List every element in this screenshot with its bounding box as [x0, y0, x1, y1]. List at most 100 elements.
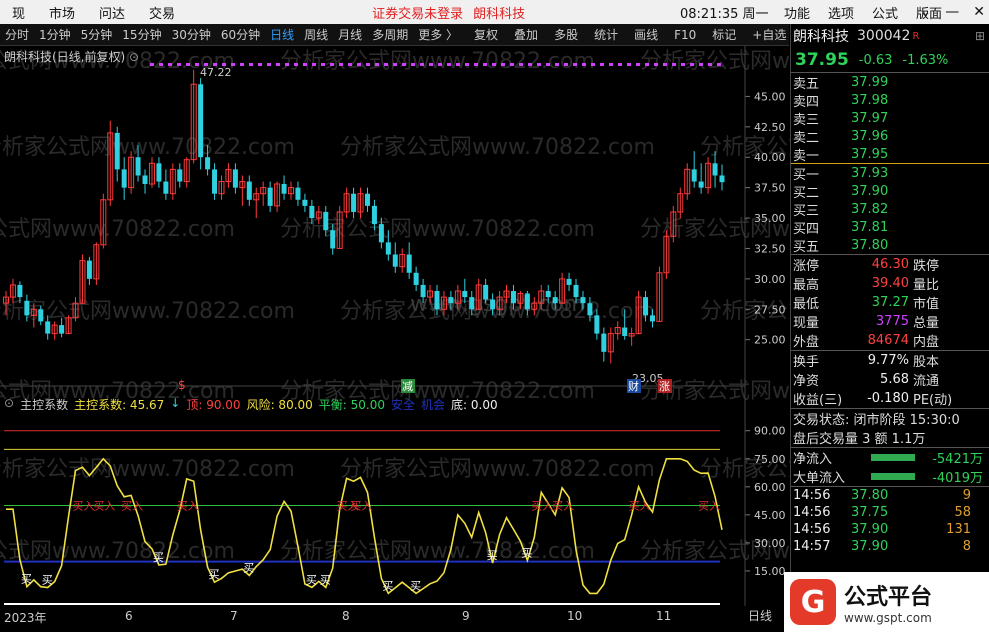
candle-body — [566, 278, 572, 285]
tab-more[interactable]: 更多 〉 — [413, 26, 463, 43]
menu-item-trade[interactable]: 交易 — [137, 3, 187, 22]
tab-30min[interactable]: 30分钟 — [167, 26, 216, 43]
signal-dot — [186, 63, 190, 66]
stat-key2: 流通 — [913, 374, 940, 389]
signal-dot — [429, 63, 433, 66]
marker-dollar[interactable]: $ — [178, 378, 186, 392]
close-icon[interactable]: ✕ — [973, 4, 985, 20]
chart-settings-icon[interactable]: ⊙ — [129, 50, 139, 64]
marker-rise[interactable]: 涨 — [659, 380, 670, 393]
marker-finance[interactable]: 财 — [628, 379, 639, 393]
ask-price: 37.99 — [851, 74, 889, 90]
ask-row[interactable]: 卖一 37.95 — [791, 145, 989, 164]
signal-dot — [600, 63, 604, 66]
indicator-tick-label: 75.00 — [754, 453, 786, 466]
buy-in-label: 买入 — [698, 500, 720, 513]
stats2-block: 换手 9.77% 股本 净资 5.68 流通 收益(三) -0.180 PE(动) — [791, 351, 989, 408]
candle-body — [281, 183, 287, 194]
flow-label: 净流入 — [793, 452, 833, 467]
ask-row[interactable]: 卖五 37.99 — [791, 73, 989, 92]
menu-item-xian[interactable]: 现 — [0, 3, 37, 22]
ask-row[interactable]: 卖二 37.96 — [791, 127, 989, 146]
buy-in-label: 买入 — [552, 500, 574, 513]
signal-dot — [420, 63, 424, 66]
bid-row[interactable]: 买二 37.90 — [791, 182, 989, 201]
marker-reduce[interactable]: 减 — [402, 380, 413, 393]
btn-add-watch[interactable]: +自选 — [747, 26, 791, 43]
btn-f10[interactable]: F10 — [669, 28, 701, 42]
trade-state: 交易状态: 闭市阶段 15:30:0 — [793, 413, 960, 428]
indicator-settings-icon[interactable]: ⊙ — [4, 396, 14, 413]
tab-5min[interactable]: 5分钟 — [76, 26, 118, 43]
signal-dot — [645, 63, 649, 66]
minimize-icon[interactable]: — — [945, 4, 959, 20]
candle-body — [490, 299, 496, 310]
watermark-text: 分析家公式网www.70822.com — [340, 135, 655, 160]
btn-mark[interactable]: 标记 — [707, 26, 741, 43]
candle-body — [406, 254, 412, 273]
watermark-text: 分析家公式网www.70822.com — [280, 539, 595, 564]
menu-item-market[interactable]: 市场 — [37, 3, 87, 22]
indicator-name[interactable]: 主控系数 — [20, 396, 68, 413]
bid-row[interactable]: 买一 37.93 — [791, 164, 989, 183]
tab-multi-period[interactable]: 多周期 — [367, 26, 413, 43]
tab-daily[interactable]: 日线 — [265, 26, 299, 43]
tab-1min[interactable]: 1分钟 — [34, 26, 76, 43]
price-tick-label: 32.50 — [754, 242, 786, 255]
signal-dot — [483, 63, 487, 66]
candle-body — [45, 321, 51, 334]
stat-row: 净资 5.68 流通 — [791, 370, 989, 389]
margin-badge: R — [912, 30, 920, 42]
btn-multi-stock[interactable]: 多股 — [549, 26, 583, 43]
bid-price: 37.81 — [851, 219, 889, 235]
price-change: -0.63 — [858, 52, 893, 68]
signal-dot — [195, 63, 199, 66]
tick-price: 37.90 — [851, 522, 889, 537]
chart-title[interactable]: 朗科科技(日线,前复权) ⊙ — [4, 48, 139, 65]
signal-dot — [546, 63, 550, 66]
kline-chart[interactable]: 分析家公式网www.70822.com 分析家公式网www.70822.com 分析… — [0, 46, 790, 632]
login-warning[interactable]: 证券交易未登录 — [372, 3, 463, 22]
tab-60min[interactable]: 60分钟 — [216, 26, 265, 43]
buy-signal-label: 买 — [382, 579, 393, 592]
candle-body — [59, 325, 65, 334]
candle-body — [17, 284, 23, 298]
period-indicator[interactable]: 日线 — [748, 607, 772, 624]
btn-stats[interactable]: 统计 — [589, 26, 623, 43]
signal-dot — [690, 63, 694, 66]
tab-15min[interactable]: 15分钟 — [117, 26, 166, 43]
stat-row: 换手 9.77% 股本 — [791, 351, 989, 370]
bid-label: 买一 — [793, 167, 820, 183]
panel-settings-icon[interactable]: ⊞ — [975, 29, 985, 43]
signal-dot — [330, 63, 334, 66]
candle-body — [510, 291, 516, 304]
signal-dot — [321, 63, 325, 66]
btn-overlay[interactable]: 叠加 — [509, 26, 543, 43]
menu-item-options[interactable]: 选项 — [819, 3, 863, 22]
ask-row[interactable]: 卖四 37.98 — [791, 91, 989, 110]
high-price-label: 47.22 — [200, 66, 232, 79]
signal-dot — [717, 63, 721, 66]
tab-weekly[interactable]: 周线 — [299, 26, 333, 43]
bid-row[interactable]: 买三 37.82 — [791, 200, 989, 219]
menu-item-wenda[interactable]: 问达 — [87, 3, 137, 22]
tab-intraday[interactable]: 分时 — [0, 26, 34, 43]
menu-item-function[interactable]: 功能 — [775, 3, 819, 22]
bid-row[interactable]: 买四 37.81 — [791, 218, 989, 237]
candle-body — [121, 169, 127, 188]
tick-row: 14:57 37.90 8 — [791, 538, 989, 555]
bid-row[interactable]: 买五 37.80 — [791, 236, 989, 255]
btn-adjust[interactable]: 复权 — [469, 26, 503, 43]
signal-dot — [519, 63, 523, 66]
stat-key: 最低 — [793, 297, 820, 312]
btn-draw[interactable]: 画线 — [629, 26, 663, 43]
candle-body — [232, 169, 238, 188]
ask-row[interactable]: 卖三 37.97 — [791, 109, 989, 128]
menu-item-formula[interactable]: 公式 — [863, 3, 907, 22]
candle-body — [378, 224, 384, 243]
candle-body — [392, 254, 398, 267]
flow-bar — [871, 454, 915, 461]
dropdown-icon[interactable]: ⌄ — [920, 4, 932, 20]
tick-price: 37.75 — [851, 505, 889, 520]
tab-monthly[interactable]: 月线 — [333, 26, 367, 43]
